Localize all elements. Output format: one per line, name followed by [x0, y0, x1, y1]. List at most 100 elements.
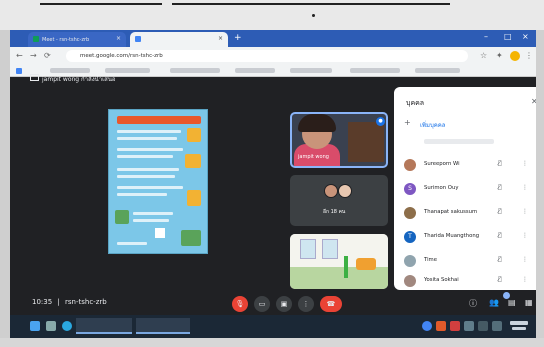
close-icon[interactable]: ✕ [531, 97, 536, 106]
windows-start-icon[interactable] [30, 321, 40, 331]
meeting-time: 10:35 [32, 298, 53, 306]
maximize-icon[interactable]: □ [504, 32, 512, 41]
more-options-button[interactable]: ⋮ [298, 296, 314, 312]
camera-button[interactable]: ▭ [254, 296, 270, 312]
avatar [338, 184, 352, 198]
menu-icon[interactable]: ⋮ [525, 51, 533, 60]
activities-icon[interactable]: ▦ [525, 298, 533, 307]
bookmark-item[interactable] [50, 68, 90, 73]
monitor-bezel-right [536, 30, 544, 347]
present-button[interactable]: ▣ [276, 296, 292, 312]
slide-graphic [187, 190, 201, 206]
more-icon[interactable]: ⋮ [522, 160, 528, 167]
bookmark-item[interactable] [290, 68, 332, 73]
bookmark-item[interactable] [415, 68, 460, 73]
tray-icon[interactable] [436, 321, 446, 331]
info-icon[interactable]: ⓘ [469, 298, 477, 309]
close-icon[interactable]: × [218, 35, 223, 42]
add-people-button[interactable]: เพิ่มบุคคล [420, 120, 445, 130]
date [512, 327, 526, 330]
back-icon[interactable]: ← [16, 51, 23, 60]
participant-tile-presenter[interactable]: jampit wong ● [290, 112, 388, 168]
monitor-bezel-bottom [0, 338, 544, 347]
screen: Meet - rsn-tshc-zrb × × + – □ × ← → ⟳ me… [10, 30, 536, 338]
address-text: meet.google.com/rsn-tshc-zrb [80, 53, 163, 59]
participant-row[interactable]: S Surimon Ouy 🎙̸ ⋮ [394, 179, 536, 201]
mic-off-button[interactable]: 🎙 [232, 296, 248, 312]
people-icon[interactable]: 👥 [489, 298, 499, 307]
slide-text-line [133, 219, 169, 222]
bookmark-item[interactable] [170, 68, 220, 73]
star-icon[interactable]: ☆ [480, 51, 487, 60]
tile-name: jampit wong [298, 154, 329, 160]
forward-icon[interactable]: → [30, 51, 37, 60]
minimize-icon[interactable]: – [484, 32, 488, 41]
slide-text-line [117, 242, 147, 245]
slide-text-line [117, 186, 183, 189]
bezel-camera [312, 14, 315, 17]
add-person-icon[interactable]: + [404, 118, 414, 128]
address-bar[interactable]: meet.google.com/rsn-tshc-zrb [66, 50, 468, 62]
avatar: S [404, 183, 416, 195]
bezel-edge [172, 3, 450, 5]
participant-name: Yosita Sokhai [424, 277, 459, 283]
more-icon[interactable]: ⋮ [522, 232, 528, 239]
clock [510, 321, 528, 325]
meet-icon [33, 36, 39, 42]
presenting-icon [30, 74, 39, 81]
tab-favicon [135, 36, 141, 42]
participant-row[interactable]: Sureeporn Wi 🎙̸ ⋮ [394, 155, 536, 177]
browser-tab-meet[interactable]: Meet - rsn-tshc-zrb × [28, 32, 126, 47]
panel-title: บุคคล [406, 99, 425, 107]
search-icon[interactable] [46, 321, 56, 331]
more-icon[interactable]: ⋮ [522, 276, 528, 283]
more-icon[interactable]: ⋮ [522, 256, 528, 263]
reload-icon[interactable]: ⟳ [44, 51, 51, 60]
browser-tab-second[interactable]: × [130, 32, 228, 47]
close-icon[interactable]: × [116, 35, 121, 42]
avatar [404, 255, 416, 267]
window-close-icon[interactable]: × [522, 32, 529, 41]
slide-graphic [185, 154, 201, 168]
slide-heading [117, 116, 201, 124]
tray-icon[interactable] [464, 321, 474, 331]
network-icon[interactable] [478, 321, 488, 331]
participant-tile-room[interactable] [290, 234, 388, 289]
bookmark-item[interactable] [350, 68, 400, 73]
avatar [404, 207, 416, 219]
volume-icon[interactable] [492, 321, 502, 331]
apps-icon[interactable] [16, 68, 22, 74]
end-call-button[interactable]: ☎ [320, 296, 342, 312]
tray-icon[interactable] [450, 321, 460, 331]
taskbar-app[interactable] [76, 318, 132, 334]
bookmark-item[interactable] [235, 68, 275, 73]
slide-text-line [117, 130, 181, 133]
taskbar-app-chrome[interactable] [136, 318, 190, 334]
tray-icon[interactable] [422, 321, 432, 331]
chat-icon[interactable]: ▤ [508, 298, 516, 307]
mic-off-icon: 🎙̸ [498, 276, 502, 283]
address-row: ← → ⟳ meet.google.com/rsn-tshc-zrb ☆ ✦ ⋮ [10, 47, 536, 65]
bookmark-item[interactable] [105, 68, 150, 73]
edge-icon[interactable] [62, 321, 72, 331]
new-tab-icon[interactable]: + [234, 33, 242, 43]
profile-avatar[interactable] [510, 51, 520, 61]
participants-panel: บุคคล ✕ + เพิ่มบุคคล Sureeporn Wi 🎙̸ ⋮ S… [394, 87, 536, 290]
room-floor [290, 267, 388, 289]
participant-name: Time [424, 257, 437, 263]
participant-row[interactable]: Yosita Sokhai 🎙̸ ⋮ [394, 273, 536, 290]
participant-row[interactable]: Thanapat sakussum 🎙̸ ⋮ [394, 203, 536, 225]
taskbar [10, 315, 536, 338]
others-count: อีก 18 คน [323, 209, 346, 215]
participant-row[interactable]: Time 🎙̸ ⋮ [394, 251, 536, 273]
shared-slide [108, 109, 208, 254]
participant-row[interactable]: T Tharida Muangthong 🎙̸ ⋮ [394, 227, 536, 249]
bezel-edge [40, 3, 162, 5]
slide-text-line [117, 175, 175, 178]
more-icon[interactable]: ⋮ [522, 208, 528, 215]
more-icon[interactable]: ⋮ [522, 184, 528, 191]
slide-graphic [181, 230, 201, 246]
qr-code [155, 228, 165, 238]
extensions-icon[interactable]: ✦ [496, 51, 503, 60]
participant-tile-others[interactable]: อีก 18 คน [290, 175, 388, 226]
